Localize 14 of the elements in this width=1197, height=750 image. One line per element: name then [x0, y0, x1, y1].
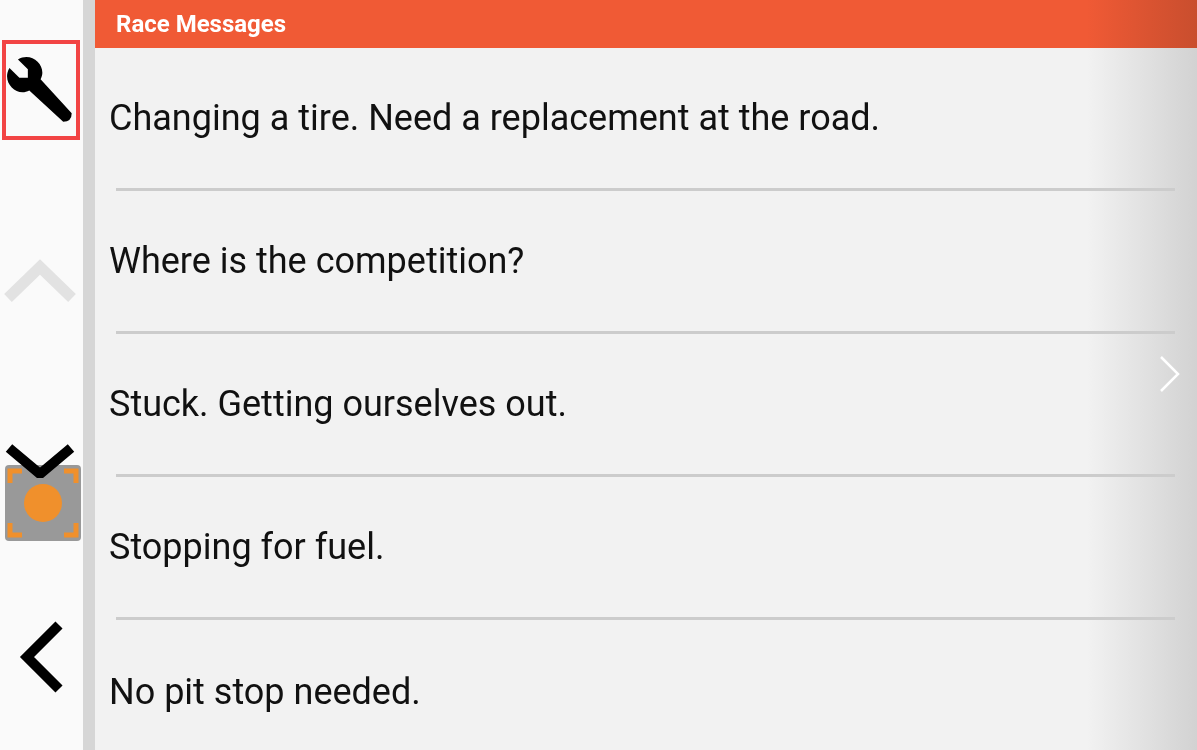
message-item[interactable]: No pit stop needed. — [109, 670, 421, 713]
message-item[interactable]: Stopping for fuel. — [109, 526, 385, 568]
locate-icon — [4, 463, 82, 543]
message-item[interactable]: Changing a tire. Need a replacement at the road. — [109, 97, 881, 139]
back-button[interactable] — [17, 621, 65, 693]
message-item[interactable]: Stuck. Getting ourselves out. — [109, 383, 567, 425]
down-button[interactable] — [5, 444, 75, 478]
message-item[interactable]: Where is the competition? — [109, 240, 525, 282]
chevron-down-icon — [5, 444, 75, 478]
locate-button[interactable] — [4, 463, 82, 543]
chevron-left-icon — [17, 621, 65, 693]
wrench-button[interactable] — [2, 40, 80, 140]
panel-title: Race Messages — [95, 0, 1197, 48]
chevron-up-icon — [4, 258, 76, 304]
